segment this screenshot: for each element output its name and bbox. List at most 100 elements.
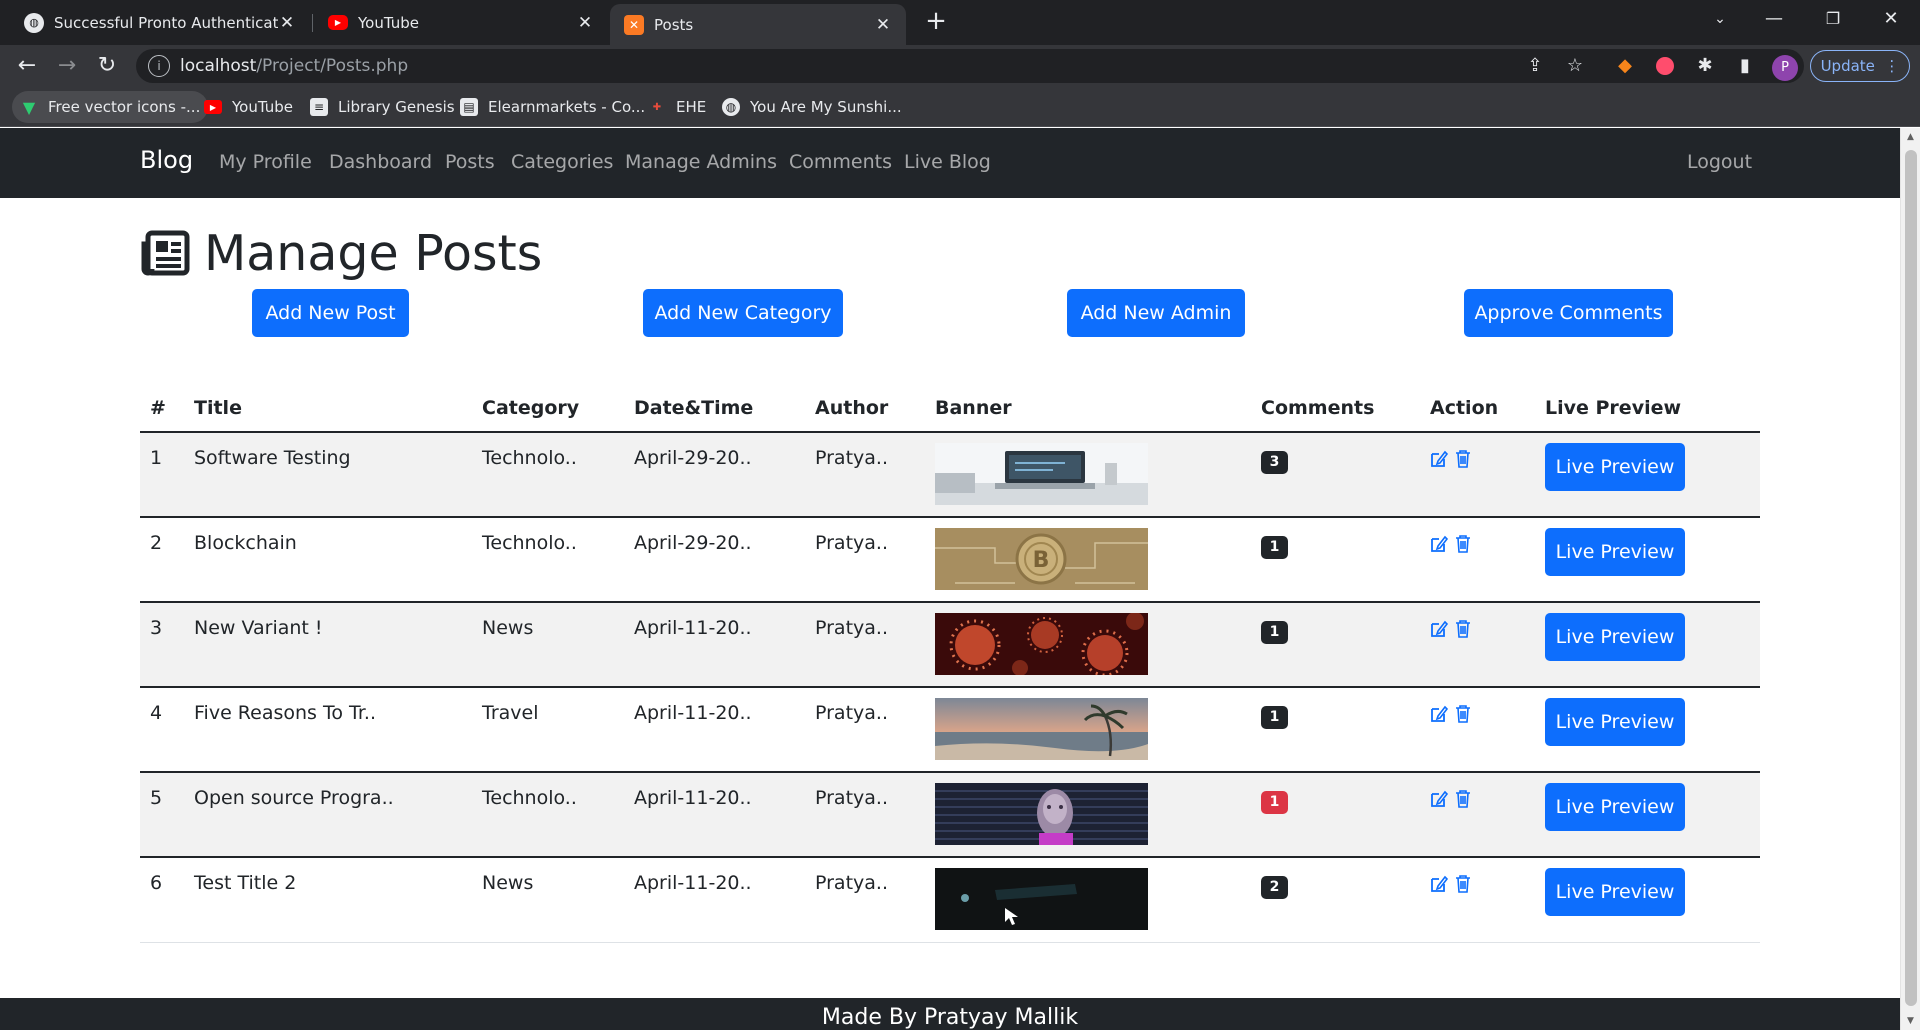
address-bar[interactable]: i localhost /Project/Posts.php xyxy=(136,49,1804,83)
brand-link[interactable]: Blog xyxy=(140,146,193,174)
add-new-admin-button[interactable]: Add New Admin xyxy=(1067,289,1245,337)
live-preview-button[interactable]: Live Preview xyxy=(1545,698,1685,746)
banner-beach-image xyxy=(935,698,1148,760)
row-category: News xyxy=(482,617,534,639)
table-row: 4 Five Reasons To Tr.. Travel April-11-2… xyxy=(140,688,1760,773)
row-title: Blockchain xyxy=(194,532,297,554)
tab-search-icon[interactable]: ⌄ xyxy=(1693,0,1747,40)
nav-logout[interactable]: Logout xyxy=(1687,151,1752,173)
bookmark-label: Library Genesis xyxy=(338,98,455,116)
row-date: April-11-20.. xyxy=(634,872,752,894)
trash-icon[interactable] xyxy=(1454,704,1472,724)
row-date: April-29-20.. xyxy=(634,447,752,469)
share-icon[interactable]: ⇪ xyxy=(1524,55,1546,77)
nav-categories[interactable]: Categories xyxy=(511,151,613,173)
row-num: 2 xyxy=(150,532,163,554)
trash-icon[interactable] xyxy=(1454,789,1472,809)
page-title: Manage Posts xyxy=(204,224,543,282)
row-title: New Variant ! xyxy=(194,617,323,639)
table-row: 2 Blockchain Technolo.. April-29-20.. Pr… xyxy=(140,518,1760,603)
bookmark-ehe[interactable]: ✚ EHE xyxy=(640,91,714,123)
trash-icon[interactable] xyxy=(1454,619,1472,639)
restore-icon[interactable]: ❐ xyxy=(1806,0,1860,40)
edit-icon[interactable] xyxy=(1430,704,1448,724)
comments-badge: 1 xyxy=(1261,791,1288,814)
trash-icon[interactable] xyxy=(1454,449,1472,469)
add-new-category-button[interactable]: Add New Category xyxy=(643,289,843,337)
bookmark-free-vector-icons[interactable]: ▼ Free vector icons -... xyxy=(12,91,209,123)
metamask-icon[interactable]: ◆ xyxy=(1614,55,1636,77)
nav-dashboard[interactable]: Dashboard xyxy=(329,151,432,173)
trash-icon[interactable] xyxy=(1454,874,1472,894)
bookmark-star-icon[interactable]: ☆ xyxy=(1564,55,1586,77)
header-action: Action xyxy=(1430,397,1499,419)
youtube-icon: ▶ xyxy=(204,100,222,114)
nav-posts[interactable]: Posts xyxy=(445,151,495,173)
nav-live-blog[interactable]: Live Blog xyxy=(904,151,991,173)
site-info-icon[interactable]: i xyxy=(148,55,170,77)
extension-record-icon[interactable] xyxy=(1654,55,1676,77)
new-tab-icon[interactable]: + xyxy=(920,6,952,38)
header-comments: Comments xyxy=(1261,397,1375,419)
bookmark-label: YouTube xyxy=(232,98,293,116)
live-preview-button[interactable]: Live Preview xyxy=(1545,443,1685,491)
bookmark-youtube[interactable]: ▶ YouTube xyxy=(196,91,301,123)
trash-icon[interactable] xyxy=(1454,534,1472,554)
edit-icon[interactable] xyxy=(1430,874,1448,894)
close-icon[interactable]: ✕ xyxy=(874,15,892,35)
row-date: April-29-20.. xyxy=(634,532,752,554)
back-icon[interactable]: ← xyxy=(12,51,42,81)
nav-comments[interactable]: Comments xyxy=(789,151,892,173)
youtube-icon: ▶ xyxy=(328,15,348,30)
comments-badge: 1 xyxy=(1261,536,1288,559)
row-category: News xyxy=(482,872,534,894)
header-title: Title xyxy=(194,397,242,419)
row-date: April-11-20.. xyxy=(634,617,752,639)
row-category: Technolo.. xyxy=(482,447,577,469)
tab-title: YouTube xyxy=(358,13,419,32)
nav-manage-admins[interactable]: Manage Admins xyxy=(625,151,777,173)
table-row: 1 Software Testing Technolo.. April-29-2… xyxy=(140,433,1760,518)
close-icon[interactable]: ✕ xyxy=(278,13,296,33)
nav-my-profile[interactable]: My Profile xyxy=(219,151,312,173)
profile-avatar[interactable]: P xyxy=(1772,55,1798,81)
edit-icon[interactable] xyxy=(1430,534,1448,554)
ehe-icon: ✚ xyxy=(652,101,662,113)
bookmark-elearnmarkets[interactable]: ▤ Elearnmarkets - Co... xyxy=(452,91,653,123)
header-author: Author xyxy=(815,397,889,419)
side-panel-icon[interactable]: ▮ xyxy=(1734,55,1756,77)
bookmark-library-genesis[interactable]: ≡ Library Genesis xyxy=(302,91,463,123)
browser-tab-youtube[interactable]: ▶ YouTube ✕ xyxy=(314,0,608,45)
bookmarks-bar: ▼ Free vector icons -... ▶ YouTube ≡ Lib… xyxy=(0,87,1920,127)
edit-icon[interactable] xyxy=(1430,449,1448,469)
bookmark-label: Elearnmarkets - Co... xyxy=(488,98,646,116)
extensions-puzzle-icon[interactable]: ✱ xyxy=(1694,55,1716,77)
row-num: 1 xyxy=(150,447,163,469)
page-scrollbar[interactable]: ▲ ▼ xyxy=(1900,128,1920,1030)
svg-text:B: B xyxy=(1033,548,1050,573)
scroll-down-icon[interactable]: ▼ xyxy=(1901,1016,1920,1026)
row-date: April-11-20.. xyxy=(634,787,752,809)
live-preview-button[interactable]: Live Preview xyxy=(1545,613,1685,661)
bookmark-you-are-my-sunshine[interactable]: ◍ You Are My Sunshi... xyxy=(714,91,910,123)
scrollbar-thumb[interactable] xyxy=(1905,150,1917,1006)
add-new-post-button[interactable]: Add New Post xyxy=(252,289,409,337)
row-title: Test Title 2 xyxy=(194,872,297,894)
edit-icon[interactable] xyxy=(1430,619,1448,639)
reload-icon[interactable]: ↻ xyxy=(92,51,122,81)
scroll-up-icon[interactable]: ▲ xyxy=(1901,132,1920,142)
live-preview-button[interactable]: Live Preview xyxy=(1545,868,1685,916)
browser-tab-pronto[interactable]: ◍ Successful Pronto Authentication ✕ xyxy=(10,0,310,45)
forward-icon[interactable]: → xyxy=(52,51,82,81)
live-preview-button[interactable]: Live Preview xyxy=(1545,528,1685,576)
close-icon[interactable]: ✕ xyxy=(576,13,594,33)
page-header: Manage Posts xyxy=(140,223,542,283)
minimize-icon[interactable]: — xyxy=(1747,0,1801,40)
approve-comments-button[interactable]: Approve Comments xyxy=(1464,289,1673,337)
browser-tab-posts[interactable]: ✕ Posts ✕ xyxy=(610,4,906,45)
update-button[interactable]: Update ⋮ xyxy=(1810,50,1910,82)
live-preview-button[interactable]: Live Preview xyxy=(1545,783,1685,831)
window-close-icon[interactable]: ✕ xyxy=(1864,0,1918,40)
site-footer: Made By Pratyay Mallik xyxy=(0,998,1900,1030)
edit-icon[interactable] xyxy=(1430,789,1448,809)
